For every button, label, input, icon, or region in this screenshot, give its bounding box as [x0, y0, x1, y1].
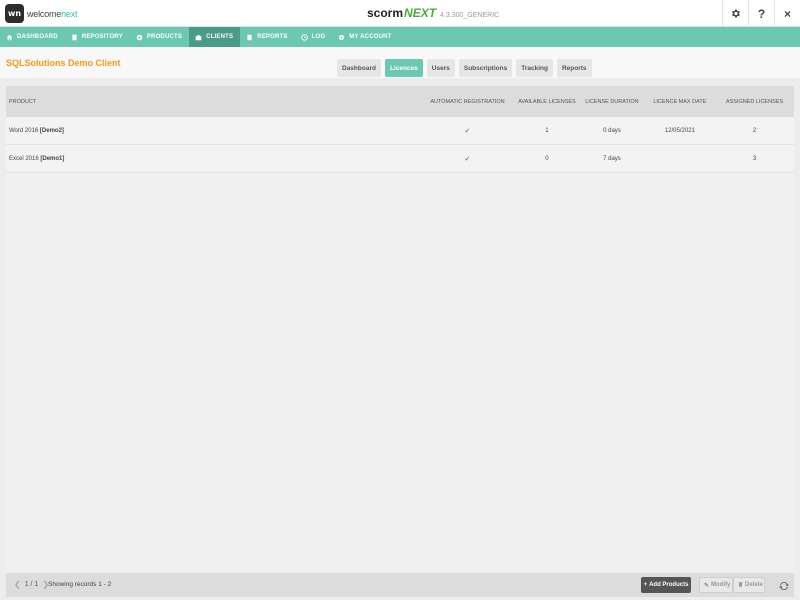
- client-name: SQLSolutions Demo Client: [6, 58, 121, 68]
- delete-button[interactable]: Delete: [733, 577, 765, 593]
- records-count: Showing records 1 - 2: [48, 581, 112, 588]
- edit-icon: ✎: [704, 582, 710, 589]
- nav-clients-label: CLIENTS: [206, 34, 234, 40]
- header-assigned-licenses[interactable]: ASSIGNED LICENSES: [715, 99, 794, 105]
- cell-available-licenses: 1: [545, 127, 549, 134]
- nav-reports-label: REPORTS: [257, 34, 288, 40]
- cell-license-duration: 7 days: [603, 155, 621, 162]
- product-name: Excel 2016: [9, 155, 39, 162]
- close-icon[interactable]: ×: [774, 0, 800, 27]
- cell-automatic-registration: ✓: [464, 155, 471, 163]
- app-version: 4.3.300_GENERIC: [440, 12, 500, 19]
- add-products-button[interactable]: + Add Products: [641, 577, 691, 593]
- product-code: [Demo2]: [39, 127, 64, 134]
- nav-products-label: PRODUCTS: [146, 34, 183, 40]
- page-indicator: 1 / 1: [24, 581, 39, 588]
- welcomenext-logo[interactable]: wn welcomenext: [5, 4, 78, 23]
- top-icons: ? ×: [722, 0, 800, 27]
- modify-label: Modify: [711, 582, 731, 588]
- nav-repository[interactable]: REPOSITORY: [65, 27, 130, 47]
- table-row[interactable]: Word 2016 [Demo2] ✓ 1 0 days 12/05/2021 …: [6, 117, 794, 145]
- tab-subscriptions[interactable]: Subscriptions: [458, 59, 513, 77]
- nav-my-account[interactable]: MY ACCOUNT: [332, 27, 398, 47]
- nav-clients[interactable]: CLIENTS: [189, 27, 241, 47]
- plus-icon: +: [643, 582, 648, 588]
- logo-badge: wn: [5, 4, 24, 23]
- cell-automatic-registration: ✓: [464, 127, 471, 135]
- reports-icon: [246, 34, 253, 41]
- table-row[interactable]: Excel 2016 [Demo1] ✓ 0 7 days 3: [6, 145, 794, 173]
- nav-my-account-label: MY ACCOUNT: [349, 34, 392, 40]
- cell-license-duration: 0 days: [603, 127, 621, 134]
- nav-dashboard[interactable]: DASHBOARD: [0, 27, 65, 47]
- table-footer: ❮ 1 / 1 ❯ Showing records 1 - 2 + Add Pr…: [6, 573, 794, 597]
- pager: ❮ 1 / 1 ❯: [10, 580, 53, 589]
- header-licence-max-date[interactable]: LICENCE MAX DATE: [645, 99, 715, 105]
- trash-icon: [738, 581, 743, 589]
- app-title-scorm: scorm: [367, 6, 404, 20]
- header-product[interactable]: PRODUCT: [6, 99, 420, 105]
- repository-icon: [71, 34, 78, 41]
- nav-log-label: LOG: [311, 34, 326, 40]
- delete-label: Delete: [745, 582, 764, 588]
- tab-tracking[interactable]: Tracking: [516, 59, 553, 77]
- prev-page-icon[interactable]: ❮: [14, 580, 21, 589]
- header-automatic-registration[interactable]: AUTOMATIC REGISTRATION: [420, 99, 514, 105]
- licences-table: PRODUCT AUTOMATIC REGISTRATION AVAILABLE…: [6, 86, 794, 173]
- help-icon[interactable]: ?: [748, 0, 774, 27]
- modify-button[interactable]: ✎ Modify: [699, 577, 733, 593]
- tab-licences[interactable]: Licences: [384, 59, 423, 77]
- cell-product: Word 2016 [Demo2]: [6, 128, 420, 134]
- account-gear-icon: [338, 34, 345, 41]
- table-header: PRODUCT AUTOMATIC REGISTRATION AVAILABLE…: [6, 86, 794, 117]
- header-available-licenses[interactable]: AVAILABLE LICENSES: [515, 99, 580, 105]
- log-icon: [300, 33, 308, 41]
- settings-gear-icon[interactable]: [722, 0, 748, 27]
- nav-dashboard-label: DASHBOARD: [17, 34, 58, 40]
- header-license-duration[interactable]: LICENSE DURATION: [579, 99, 645, 105]
- add-products-label: Add Products: [649, 582, 689, 588]
- nav-repository-label: REPOSITORY: [81, 34, 123, 40]
- product-code: [Demo1]: [40, 155, 65, 162]
- nav-log[interactable]: LOG: [295, 27, 333, 47]
- clients-icon: [195, 34, 202, 41]
- products-icon: [136, 34, 143, 41]
- tab-reports[interactable]: Reports: [556, 59, 592, 77]
- cell-licence-max-date: 12/05/2021: [664, 127, 695, 134]
- nav-products[interactable]: PRODUCTS: [130, 27, 189, 47]
- client-tabs: Dashboard Licences Users Subscriptions T…: [337, 59, 596, 77]
- tab-users[interactable]: Users: [426, 59, 455, 77]
- logo-text: welcomenext: [27, 8, 78, 19]
- app-title-next: NEXT: [404, 6, 437, 20]
- tab-dashboard[interactable]: Dashboard: [337, 59, 381, 77]
- refresh-icon[interactable]: [778, 579, 790, 591]
- cell-available-licenses: 0: [545, 155, 549, 162]
- logo-suffix: next: [61, 8, 78, 19]
- top-bar: wn welcomenext scorm NEXT 4.3.300_GENERIC …: [0, 0, 800, 27]
- cell-product: Excel 2016 [Demo1]: [6, 156, 420, 162]
- home-icon: [6, 34, 13, 41]
- cell-assigned-licenses: 2: [752, 127, 757, 134]
- logo-prefix: welcome: [27, 8, 62, 19]
- product-name: Word 2016: [9, 127, 39, 134]
- nav-reports[interactable]: REPORTS: [240, 27, 294, 47]
- main-nav: DASHBOARD REPOSITORY PRODUCTS CLIENTS RE…: [0, 27, 800, 47]
- table-empty-area: [6, 173, 794, 572]
- cell-assigned-licenses: 3: [752, 155, 757, 162]
- app-title: scorm NEXT 4.3.300_GENERIC: [367, 6, 499, 20]
